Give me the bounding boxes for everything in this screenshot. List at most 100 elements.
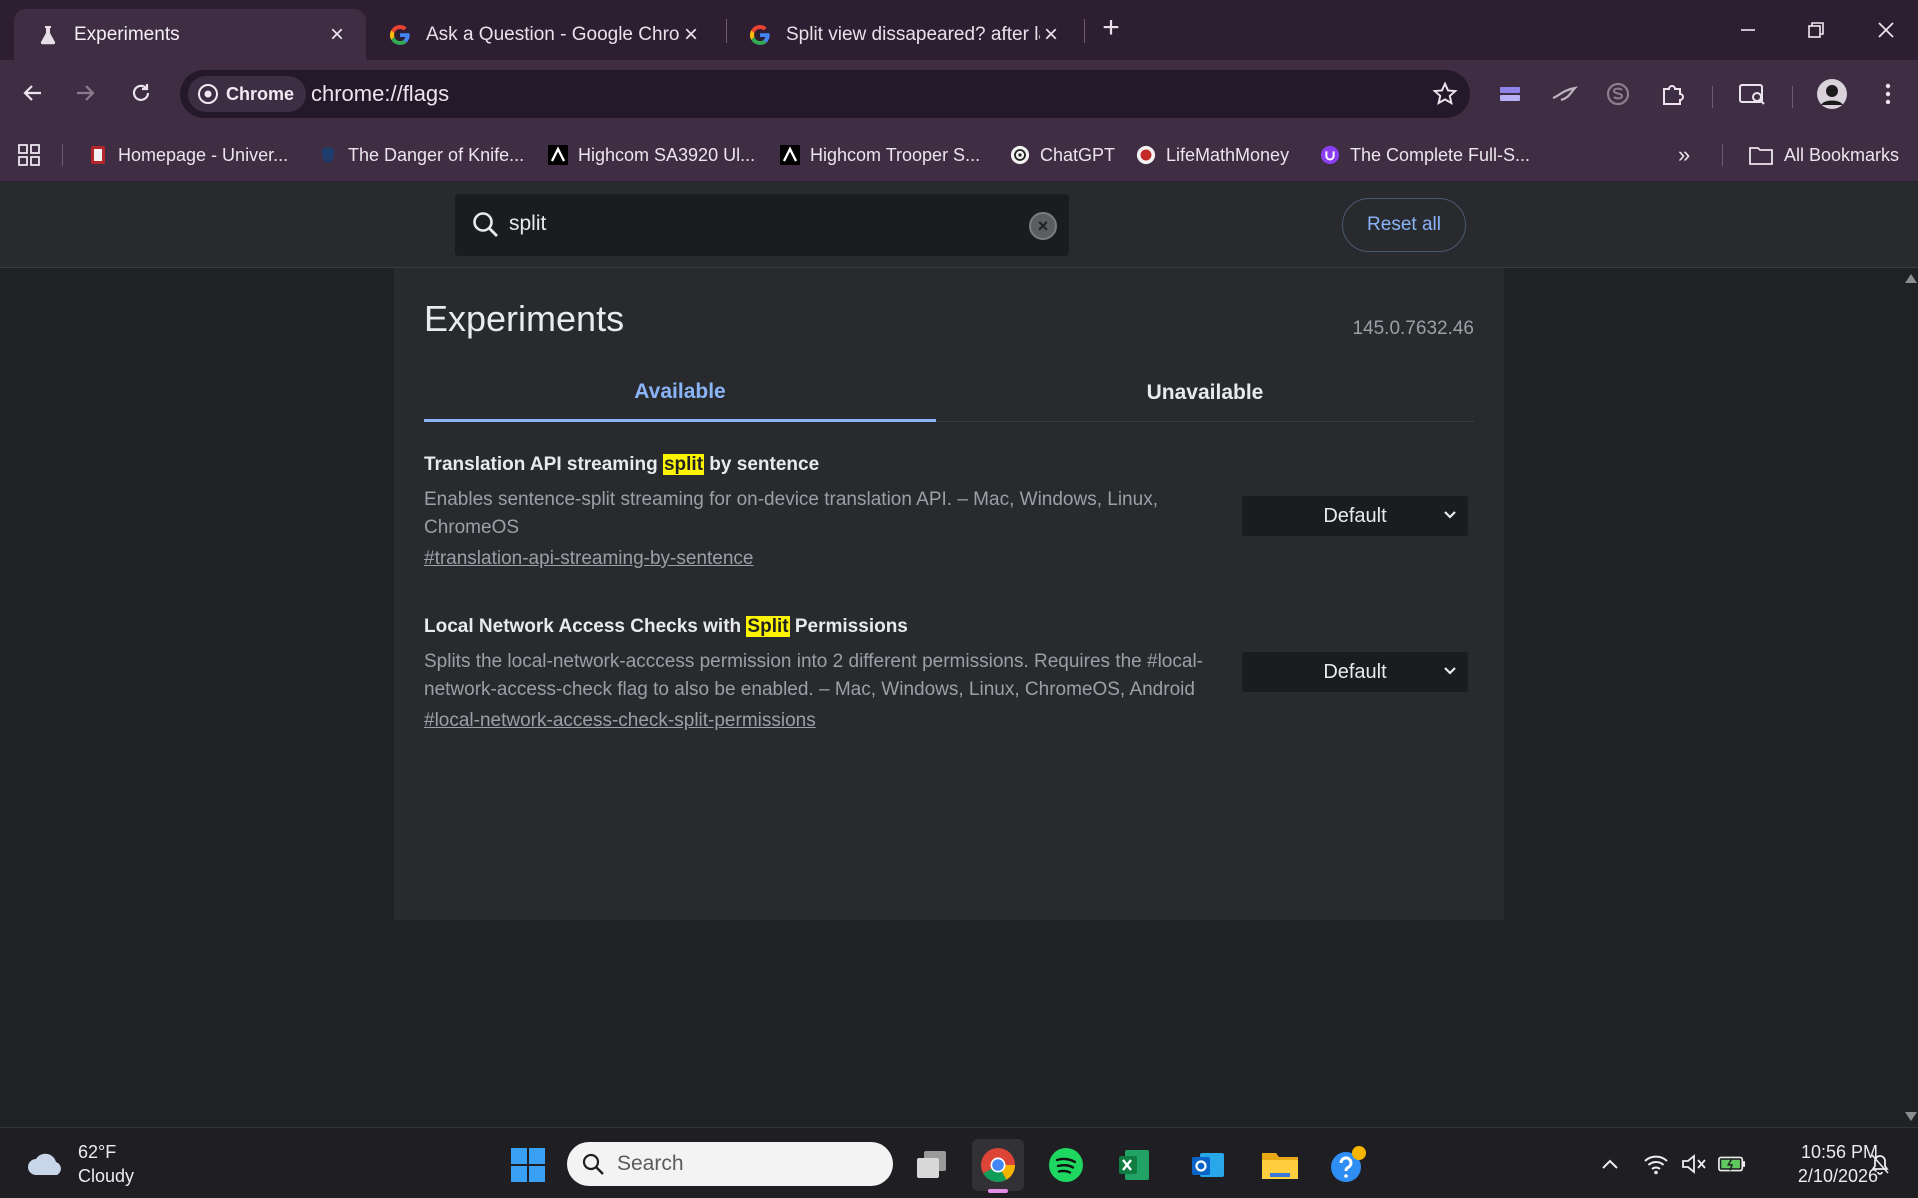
system-clock[interactable]: 10:56 PM 2/10/2026	[1768, 1140, 1878, 1188]
close-icon	[1878, 22, 1894, 38]
google-icon	[749, 24, 770, 45]
extension-wing-icon[interactable]	[1548, 78, 1580, 110]
site-info-chip[interactable]: Chrome	[188, 76, 307, 112]
chevron-down-icon	[1444, 511, 1456, 519]
double-chevron-icon: »	[1678, 142, 1691, 167]
experiment-permalink[interactable]: #local-network-access-check-split-permis…	[424, 710, 1474, 732]
flags-search-input[interactable]	[509, 204, 999, 244]
volume-status[interactable]	[1680, 1150, 1708, 1178]
windows-logo-icon	[511, 1148, 545, 1182]
tab-separator	[1084, 19, 1085, 43]
minimize-button[interactable]	[1720, 8, 1776, 52]
university-icon	[88, 145, 108, 165]
scroll-up-arrow[interactable]	[1905, 274, 1917, 283]
notifications-button[interactable]	[1866, 1150, 1894, 1178]
flask-icon	[40, 25, 56, 44]
extension-stack-icon[interactable]	[1494, 78, 1526, 110]
spotify-icon	[1049, 1148, 1083, 1182]
tab-split-view[interactable]: Split view dissapeared? after lat ×	[726, 9, 1080, 60]
spotify-taskbar-app[interactable]	[1040, 1139, 1092, 1191]
chevron-up-icon	[1602, 1159, 1618, 1169]
toolbar-separator	[1712, 86, 1713, 108]
scroll-down-arrow[interactable]	[1905, 1112, 1917, 1121]
tab-unavailable[interactable]: Unavailable	[936, 364, 1474, 422]
bookmark-star-icon[interactable]	[1432, 81, 1458, 107]
chrome-taskbar-app[interactable]	[972, 1139, 1024, 1193]
experiment-title: Local Network Access Checks with Split P…	[424, 616, 908, 637]
close-window-button[interactable]	[1858, 8, 1914, 52]
bookmark-lifemathmoney[interactable]: LifeMathMoney	[1136, 141, 1289, 169]
chatgpt-icon	[1010, 145, 1030, 165]
volume-muted-icon	[1682, 1154, 1706, 1174]
tab-available[interactable]: Available	[424, 364, 936, 422]
flags-search-box: ×	[455, 194, 1069, 256]
experiment-state-select[interactable]: Default	[1242, 652, 1468, 692]
experiment-title: Translation API streaming split by sente…	[424, 454, 820, 475]
extension-s-icon[interactable]	[1602, 78, 1634, 110]
tab-strip: Experiments × Ask a Question - Google Ch…	[0, 0, 1918, 60]
url-text[interactable]: chrome://flags	[311, 81, 449, 107]
show-hidden-icons-button[interactable]	[1596, 1150, 1624, 1178]
restore-icon	[1808, 22, 1824, 38]
flags-page: × Reset all Experiments 145.0.7632.46 Av…	[0, 182, 1918, 1127]
close-icon[interactable]: ×	[1040, 21, 1062, 48]
weather-widget[interactable]: 62°F Cloudy	[26, 1140, 134, 1188]
reset-all-button[interactable]: Reset all	[1342, 198, 1466, 252]
task-view-icon	[917, 1151, 946, 1178]
get-help-taskbar-app[interactable]	[1322, 1139, 1374, 1191]
menu-kebab-icon[interactable]	[1872, 78, 1904, 110]
restore-button[interactable]	[1788, 8, 1844, 52]
task-view-button[interactable]	[906, 1139, 958, 1191]
start-button[interactable]	[502, 1139, 554, 1191]
file-explorer-taskbar-app[interactable]	[1254, 1139, 1306, 1191]
new-tab-button[interactable]: +	[1096, 13, 1126, 44]
bookmark-highcom-trooper[interactable]: Highcom Trooper S...	[780, 141, 980, 169]
reload-button[interactable]	[120, 72, 162, 114]
bookmark-label: ChatGPT	[1040, 144, 1116, 165]
bookmark-homepage[interactable]: Homepage - Univer...	[88, 141, 288, 169]
all-bookmarks-button[interactable]: All Bookmarks	[1748, 141, 1899, 169]
clear-search-icon[interactable]: ×	[1029, 212, 1057, 240]
extensions-puzzle-icon[interactable]	[1656, 78, 1688, 110]
bookmark-label: Highcom SA3920 Ul...	[578, 144, 756, 165]
back-arrow-icon	[23, 85, 41, 101]
page-title: Experiments	[424, 298, 625, 339]
outlook-taskbar-app[interactable]	[1182, 1139, 1234, 1191]
close-icon[interactable]: ×	[680, 21, 702, 48]
wifi-icon	[1644, 1155, 1668, 1175]
more-bookmarks-button[interactable]: »	[1678, 141, 1690, 169]
apps-grid-icon	[18, 144, 40, 166]
tab-search-icon[interactable]	[1736, 78, 1768, 110]
wifi-status[interactable]	[1642, 1150, 1670, 1178]
tab-title: Split view dissapeared? after lat	[786, 23, 1040, 45]
search-icon	[473, 212, 498, 237]
back-button[interactable]	[12, 72, 54, 114]
apps-grid-button[interactable]	[18, 141, 40, 169]
tab-ask-question[interactable]: Ask a Question - Google Chrom ×	[366, 9, 720, 60]
page-scrollbar[interactable]	[1902, 268, 1918, 1127]
experiment-permalink[interactable]: #translation-api-streaming-by-sentence	[424, 548, 1474, 570]
experiments-panel: Experiments 145.0.7632.46 Available Unav…	[394, 268, 1504, 920]
excel-taskbar-app[interactable]	[1108, 1139, 1160, 1191]
close-icon[interactable]: ×	[326, 21, 348, 48]
battery-status[interactable]	[1718, 1150, 1746, 1178]
forward-button[interactable]	[64, 72, 106, 114]
taskbar-search[interactable]: Search	[567, 1142, 893, 1186]
chrome-logo-icon	[198, 84, 218, 104]
experiment-state-select[interactable]: Default	[1242, 496, 1468, 536]
address-bar[interactable]: Chrome chrome://flags	[180, 70, 1470, 118]
bookmark-label: LifeMathMoney	[1166, 144, 1290, 165]
bookmark-complete-full-s[interactable]: The Complete Full-S...	[1320, 141, 1530, 169]
bookmarks-bar: Homepage - Univer... The Danger of Knife…	[0, 128, 1918, 182]
profile-avatar-icon[interactable]	[1816, 78, 1848, 110]
bookmarks-separator	[1722, 144, 1723, 166]
toolbar: Chrome chrome://flags	[0, 60, 1918, 128]
forward-arrow-icon	[77, 85, 95, 101]
bookmark-highcom-sa3920[interactable]: Highcom SA3920 Ul...	[548, 141, 755, 169]
bookmark-danger-of-knife[interactable]: The Danger of Knife...	[318, 141, 524, 169]
bookmark-chatgpt[interactable]: ChatGPT	[1010, 141, 1115, 169]
tab-experiments[interactable]: Experiments ×	[14, 9, 366, 60]
select-value: Default	[1323, 660, 1387, 683]
search-highlight: Split	[746, 616, 790, 637]
notification-bell-icon	[1871, 1154, 1889, 1175]
